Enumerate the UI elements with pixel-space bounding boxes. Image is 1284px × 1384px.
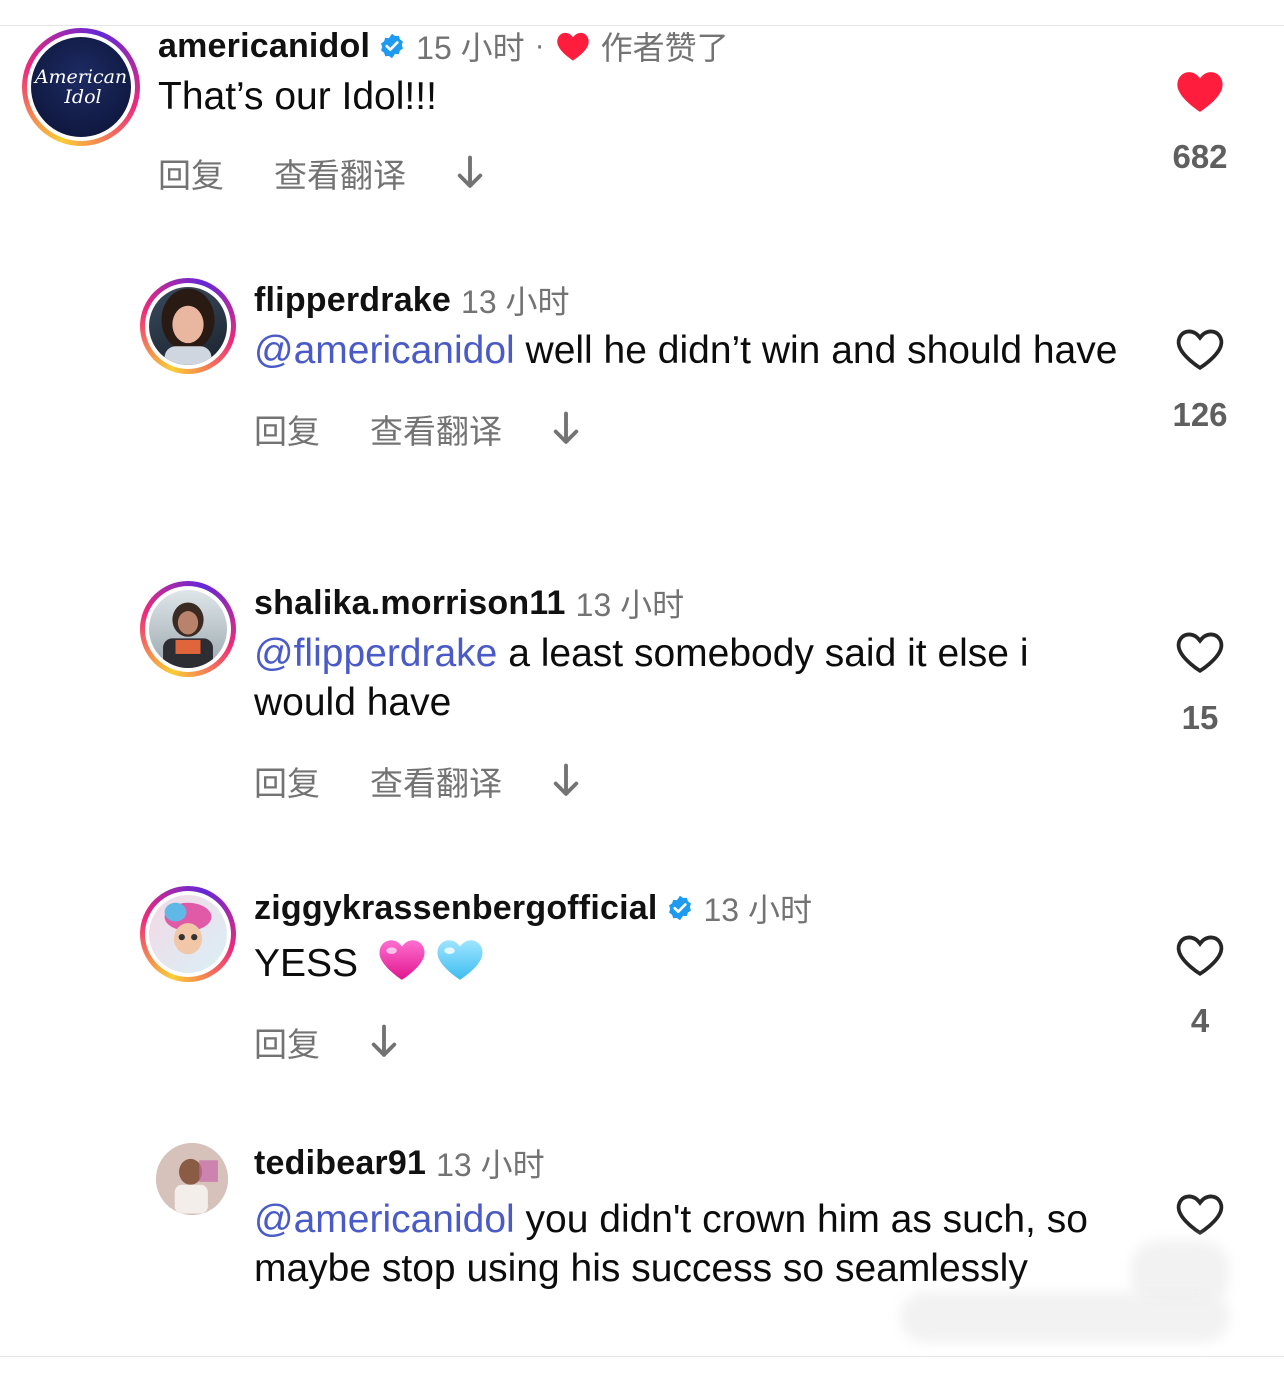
arrow-down-icon[interactable] xyxy=(370,1024,398,1060)
verified-badge-icon xyxy=(381,33,404,59)
username[interactable]: shalika.morrison11 xyxy=(254,584,566,623)
timestamp: 13 小时 xyxy=(461,284,570,320)
like-count: 4 xyxy=(1190,1002,1210,1039)
comment-text: YESS xyxy=(254,934,1134,988)
avatar[interactable] xyxy=(156,1143,228,1215)
timestamp: 13 小时 xyxy=(703,892,813,928)
view-translation-button[interactable]: 查看翻译 xyxy=(274,149,406,197)
view-translation-button[interactable]: 查看翻译 xyxy=(370,405,502,453)
reply-button[interactable]: 回复 xyxy=(254,757,320,805)
mention-link[interactable]: @americanidol xyxy=(254,329,515,372)
like-heart-icon[interactable] xyxy=(1174,629,1226,675)
like-heart-icon[interactable] xyxy=(1174,932,1226,978)
reply-button[interactable]: 回复 xyxy=(254,1018,320,1066)
like-heart-icon[interactable] xyxy=(1174,326,1226,372)
mention-link[interactable]: @americanidol xyxy=(254,1198,515,1241)
pink-heart-emoji-icon xyxy=(379,940,425,980)
comment-body: well he didn’t win and should have xyxy=(514,329,1118,372)
like-count: 126 xyxy=(1172,396,1228,433)
arrow-down-icon[interactable] xyxy=(552,763,580,799)
svg-text:American: American xyxy=(33,66,127,88)
timestamp: 13 小时 xyxy=(575,587,685,623)
comment-body: That’s our Idol!!! xyxy=(158,75,437,118)
username[interactable]: americanidol xyxy=(158,27,370,66)
mention-link[interactable]: @flipperdrake xyxy=(254,632,497,675)
like-count: 15 xyxy=(1181,699,1219,736)
like-heart-icon[interactable] xyxy=(1174,68,1226,114)
bottom-divider xyxy=(0,1356,1284,1357)
avatar[interactable] xyxy=(140,278,236,374)
comment-text: @americanidol well he didn’t win and sho… xyxy=(254,326,1134,375)
verified-badge-icon xyxy=(668,895,691,921)
author-liked-label: 作者赞了 xyxy=(600,30,729,66)
username[interactable]: flipperdrake xyxy=(254,281,451,320)
timestamp: 15 小时 xyxy=(416,30,525,66)
reply-button[interactable]: 回复 xyxy=(254,405,320,453)
separator-dot: · xyxy=(534,29,545,62)
username[interactable]: ziggykrassenbergofficial xyxy=(254,889,658,928)
arrow-down-icon[interactable] xyxy=(456,155,484,191)
author-liked-heart-icon xyxy=(556,32,589,61)
comment-body: YESS xyxy=(254,942,369,985)
reply-button[interactable]: 回复 xyxy=(158,149,224,197)
avatar[interactable] xyxy=(140,581,236,677)
username[interactable]: tedibear91 xyxy=(254,1144,426,1183)
watermark-smudge xyxy=(900,1292,1230,1342)
light-blue-heart-emoji-icon xyxy=(437,940,483,980)
comment-text: That’s our Idol!!! xyxy=(158,72,1138,121)
avatar[interactable]: American Idol xyxy=(22,28,140,146)
comment-text: @americanidol you didn't crown him as su… xyxy=(254,1195,1134,1293)
timestamp: 13 小时 xyxy=(436,1147,545,1183)
view-translation-button[interactable]: 查看翻译 xyxy=(370,757,502,805)
like-count: 682 xyxy=(1172,138,1228,175)
like-heart-icon[interactable] xyxy=(1174,1191,1226,1237)
comment-text: @flipperdrake a least somebody said it e… xyxy=(254,629,1134,727)
arrow-down-icon[interactable] xyxy=(552,411,580,447)
svg-text:Idol: Idol xyxy=(63,86,101,108)
avatar[interactable] xyxy=(140,886,236,982)
